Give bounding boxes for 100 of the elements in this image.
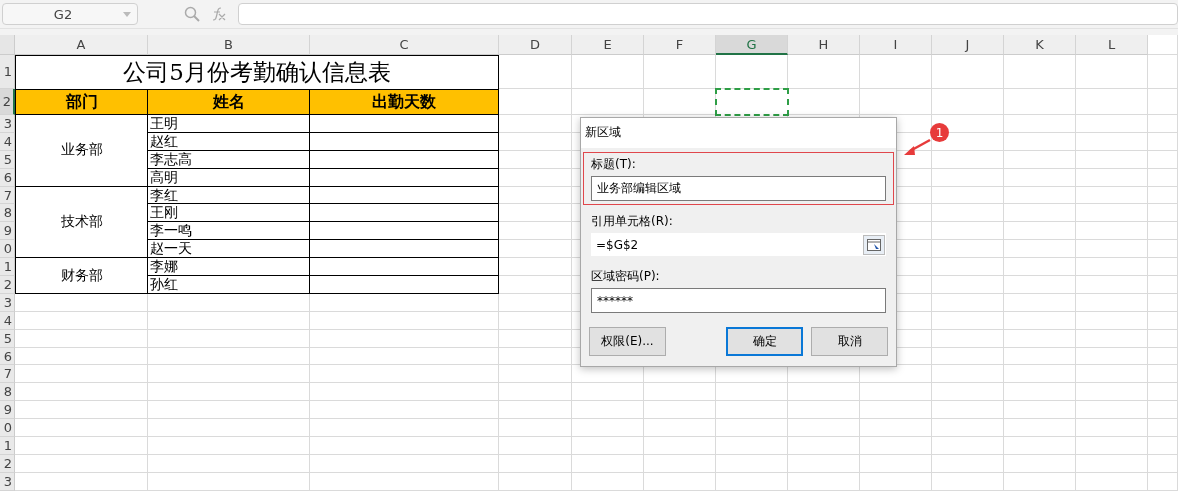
sheet-cell[interactable] [932,472,1004,491]
function-icon[interactable] [210,6,228,22]
sheet-cell[interactable] [788,437,860,455]
sheet-cell[interactable] [1004,276,1076,294]
input-field[interactable]: 业务部编辑区域 [591,176,886,201]
row-header[interactable]: 2 [0,276,15,294]
sheet-cell[interactable] [644,437,716,455]
sheet-cell[interactable] [1148,115,1178,133]
sheet-cell[interactable] [1004,168,1076,187]
sheet-cell[interactable] [1148,365,1178,384]
sheet-cell[interactable] [1148,186,1178,205]
sheet-cell[interactable] [932,204,1004,223]
row-header[interactable]: 0 [0,419,15,438]
sheet-cell[interactable] [932,437,1004,455]
sheet-cell[interactable] [788,454,860,473]
sheet-cell[interactable] [572,383,644,402]
sheet-cell[interactable] [716,454,788,473]
row-header[interactable]: 9 [0,222,15,241]
sheet-cell[interactable] [1148,150,1178,169]
sheet-cell[interactable] [1004,222,1076,241]
sheet-cell[interactable] [932,276,1004,294]
sheet-cell[interactable] [1004,293,1076,312]
sheet-cell[interactable] [572,89,644,115]
sheet-cell[interactable] [932,186,1004,205]
sheet-cell[interactable] [1076,55,1148,89]
row-header[interactable]: 0 [0,240,15,259]
column-header[interactable] [1148,35,1178,55]
sheet-cell[interactable] [15,347,148,366]
table-cell[interactable] [310,276,499,294]
dialog-button[interactable]: 取消 [811,327,888,356]
sheet-cell[interactable] [932,168,1004,187]
row-header[interactable]: 8 [0,204,15,223]
sheet-cell[interactable] [716,401,788,420]
row-header[interactable]: 8 [0,383,15,402]
sheet-cell[interactable] [148,401,310,420]
sheet-cell[interactable] [932,240,1004,259]
sheet-cell[interactable] [1004,115,1076,133]
sheet-cell[interactable] [499,419,572,438]
zoom-icon[interactable] [184,6,200,22]
sheet-cell[interactable] [1004,258,1076,276]
sheet-cell[interactable] [148,383,310,402]
sheet-cell[interactable] [1076,132,1148,151]
sheet-cell[interactable] [860,401,932,420]
row-header[interactable]: 2 [0,89,15,115]
sheet-cell[interactable] [1148,222,1178,241]
sheet-cell[interactable] [1076,89,1148,115]
sheet-cell[interactable] [310,437,499,455]
sheet-cell[interactable] [1004,454,1076,473]
sheet-cell[interactable] [932,454,1004,473]
sheet-cell[interactable] [499,472,572,491]
sheet-cell[interactable] [499,55,572,89]
sheet-cell[interactable] [1148,204,1178,223]
sheet-cell[interactable] [148,293,310,312]
sheet-cell[interactable] [572,454,644,473]
sheet-cell[interactable] [716,472,788,491]
sheet-cell[interactable] [1148,168,1178,187]
sheet-cell[interactable] [499,311,572,330]
sheet-cell[interactable] [499,186,572,205]
sheet-cell[interactable] [572,419,644,438]
sheet-cell[interactable] [499,240,572,259]
sheet-cell[interactable] [644,401,716,420]
sheet-cell[interactable] [1004,150,1076,169]
sheet-cell[interactable] [310,311,499,330]
sheet-cell[interactable] [310,365,499,384]
sheet-cell[interactable] [1004,204,1076,223]
sheet-cell[interactable] [499,365,572,384]
sheet-cell[interactable] [1076,472,1148,491]
sheet-cell[interactable] [310,383,499,402]
column-header[interactable]: K [1004,35,1076,55]
sheet-cell[interactable] [1076,437,1148,455]
sheet-cell[interactable] [1148,311,1178,330]
sheet-cell[interactable] [310,419,499,438]
sheet-cell[interactable] [1148,132,1178,151]
sheet-cell[interactable] [788,472,860,491]
sheet-cell[interactable] [1148,240,1178,259]
sheet-cell[interactable] [932,258,1004,276]
sheet-cell[interactable] [932,347,1004,366]
sheet-cell[interactable] [310,329,499,348]
sheet-cell[interactable] [644,454,716,473]
sheet-cell[interactable] [148,419,310,438]
sheet-cell[interactable] [1004,329,1076,348]
sheet-cell[interactable] [1004,401,1076,420]
sheet-cell[interactable] [1148,329,1178,348]
column-header[interactable]: A [15,35,148,55]
sheet-cell[interactable] [1004,419,1076,438]
sheet-cell[interactable] [499,347,572,366]
sheet-cell[interactable] [932,419,1004,438]
sheet-cell[interactable] [310,454,499,473]
table-cell[interactable] [310,150,499,169]
sheet-cell[interactable] [644,472,716,491]
sheet-cell[interactable] [860,472,932,491]
sheet-cell[interactable] [1076,204,1148,223]
sheet-cell[interactable] [860,89,932,115]
sheet-cell[interactable] [148,454,310,473]
sheet-cell[interactable] [499,168,572,187]
sheet-cell[interactable] [1148,347,1178,366]
sheet-cell[interactable] [1076,347,1148,366]
sheet-cell[interactable] [1148,419,1178,438]
sheet-cell[interactable] [1004,311,1076,330]
sheet-cell[interactable] [148,311,310,330]
